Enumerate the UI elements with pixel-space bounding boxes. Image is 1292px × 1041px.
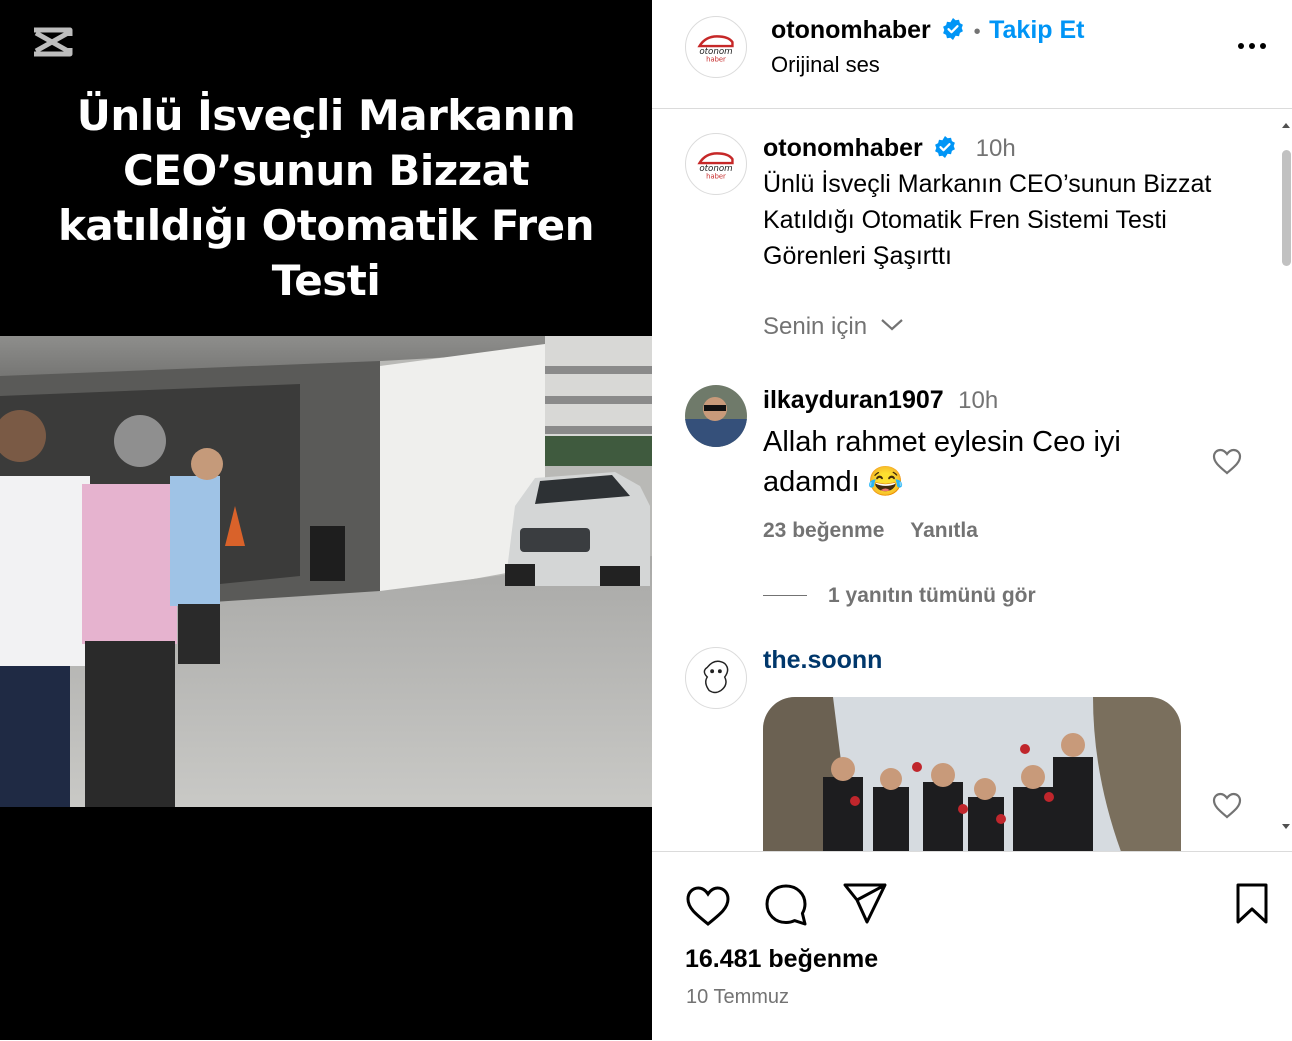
separator-dot: •	[973, 21, 981, 43]
post-actions-bar: 16.481 beğenme 10 Temmuz	[652, 851, 1292, 1041]
video-frame	[0, 336, 652, 807]
post-panel: otonom haber otonomhaber • Takip Et Orij…	[652, 0, 1292, 1040]
comment-text: Allah rahmet eylesin Ceo iyi adamdı 😂	[763, 426, 1121, 498]
comment-icon[interactable]	[762, 882, 810, 928]
post-author-username[interactable]: otonomhaber	[771, 16, 931, 44]
post-date[interactable]: 10 Temmuz	[686, 986, 789, 1009]
video-overlay-title: Ünlü İsveçli Markanın CEO’sunun Bizzat k…	[57, 91, 595, 305]
comment-username[interactable]: ilkayduran1907	[763, 386, 944, 414]
commenter-avatar[interactable]	[685, 647, 747, 709]
post-likes-count[interactable]: 16.481 beğenme	[685, 945, 878, 974]
save-bookmark-icon[interactable]	[1234, 882, 1270, 926]
capcut-logo-icon	[34, 27, 73, 57]
avatar[interactable]: otonom haber	[685, 133, 747, 195]
verified-badge-icon	[935, 136, 956, 158]
comments-section[interactable]: otonom haber otonomhaber 10h Ünlü İsveçl…	[652, 108, 1292, 851]
avatar[interactable]: otonom haber	[685, 16, 747, 78]
caption-username[interactable]: otonomhaber	[763, 134, 923, 162]
ghost-avatar-icon	[703, 660, 729, 694]
comment-time[interactable]: 10h	[958, 387, 998, 414]
post-header: otonom haber otonomhaber • Takip Et Orij…	[652, 0, 1292, 109]
share-send-icon[interactable]	[842, 882, 888, 926]
otonomhaber-logo-icon: otonom haber	[697, 152, 734, 181]
audio-label[interactable]: Orijinal ses	[771, 52, 880, 78]
chevron-down-icon	[880, 319, 903, 331]
otonomhaber-logo-icon: otonom haber	[697, 35, 734, 64]
caption-time[interactable]: 10h	[976, 135, 1016, 162]
comment-image[interactable]	[763, 697, 1181, 851]
like-heart-icon[interactable]	[684, 884, 732, 928]
scroll-down-arrow-icon[interactable]	[1282, 824, 1290, 829]
more-options-icon[interactable]	[1236, 36, 1268, 56]
replies-divider	[763, 595, 807, 596]
reply-button[interactable]: Yanıtla	[910, 519, 978, 542]
video-player[interactable]: Ünlü İsveçli Markanın CEO’sunun Bizzat k…	[0, 0, 652, 1040]
comment-username[interactable]: the.soonn	[763, 646, 882, 674]
follow-button[interactable]: Takip Et	[989, 16, 1084, 44]
user-photo	[685, 385, 747, 447]
view-replies-button[interactable]: 1 yanıtın tümünü gör	[828, 584, 1036, 608]
svg-text:haber: haber	[706, 173, 726, 181]
caption-text: Ünlü İsveçli Markanın CEO’sunun Bizzat K…	[763, 170, 1212, 270]
scrollbar-thumb[interactable]	[1282, 150, 1291, 266]
svg-text:haber: haber	[706, 56, 726, 64]
comment-like-heart-icon[interactable]	[1211, 446, 1243, 476]
comment-likes-count[interactable]: 23 beğenme	[763, 519, 884, 542]
comment-like-heart-icon[interactable]	[1211, 790, 1243, 820]
commenter-avatar[interactable]	[685, 385, 747, 447]
senin-icin-label: Senin için	[763, 313, 868, 340]
scroll-up-arrow-icon[interactable]	[1282, 123, 1290, 128]
senin-icin-toggle[interactable]: Senin için	[763, 313, 904, 341]
verified-badge-icon	[943, 18, 964, 40]
